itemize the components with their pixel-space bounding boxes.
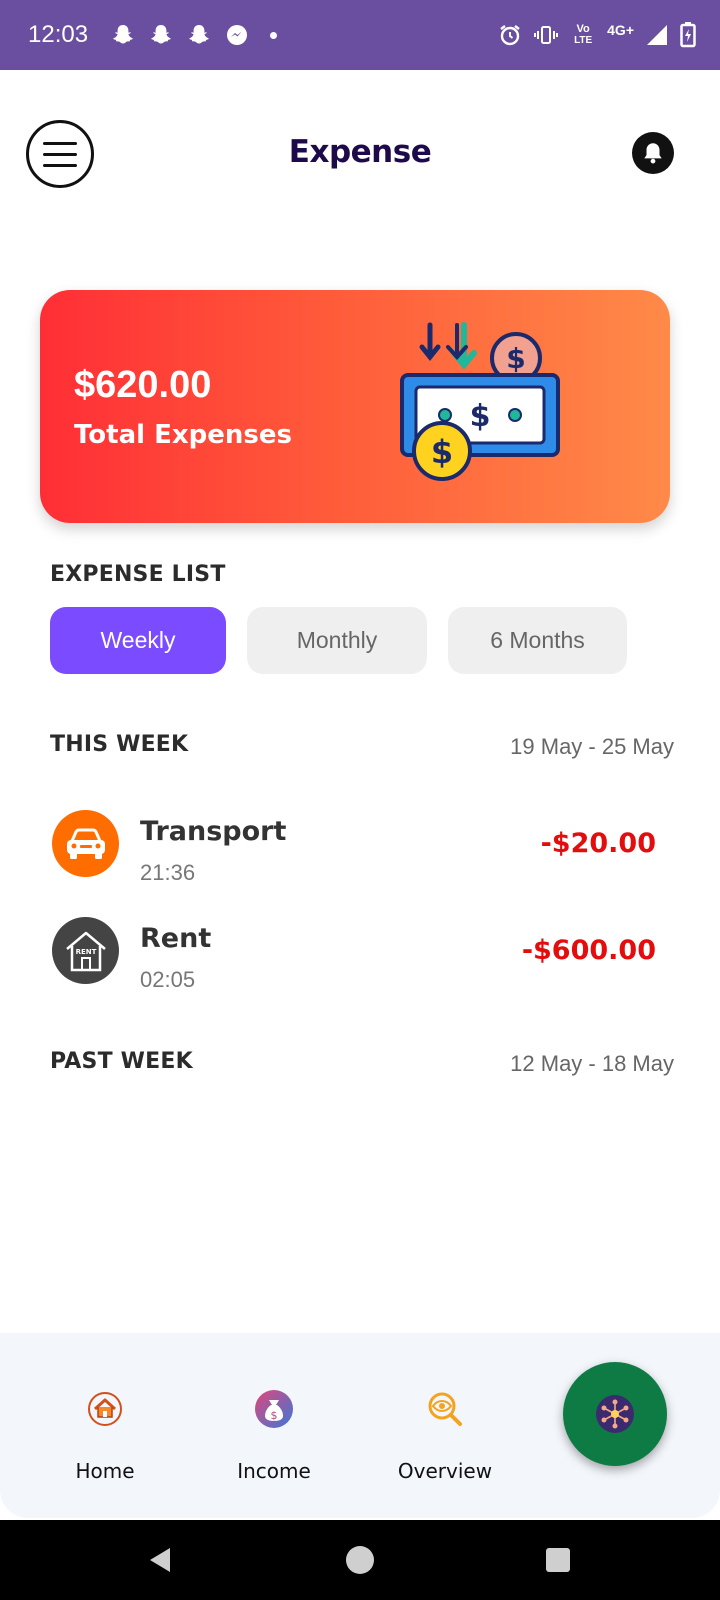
this-week-heading: THIS WEEK	[50, 732, 189, 757]
messenger-icon	[224, 22, 250, 48]
total-expenses-card: $620.00 Total Expenses $ $ $	[40, 290, 670, 523]
past-week-date-range: 12 May - 18 May	[510, 1051, 674, 1076]
status-time: 12:03	[28, 21, 89, 48]
nav-income-label: Income	[237, 1459, 311, 1483]
volte-icon: Vo LTE	[574, 23, 593, 47]
expense-item-rent[interactable]: RENT Rent 02:05 -$600.00	[52, 917, 672, 997]
expense-amount: -$600.00	[521, 935, 656, 966]
back-icon[interactable]	[120, 1520, 200, 1600]
expense-time: 21:36	[140, 860, 196, 885]
money-bill-icon: $ $ $	[400, 320, 580, 490]
expense-title: Transport	[140, 816, 287, 847]
tab-weekly[interactable]: Weekly	[50, 607, 226, 674]
system-status-icons: Vo LTE 4G+	[497, 0, 696, 70]
overview-search-icon	[425, 1389, 465, 1429]
nav-home[interactable]: Home	[35, 1389, 175, 1499]
svg-text:$: $	[431, 433, 453, 471]
home-circle-icon[interactable]	[320, 1520, 400, 1600]
expense-time: 02:05	[140, 967, 196, 992]
rent-house-icon: RENT	[52, 917, 119, 984]
expense-title: Rent	[140, 923, 212, 954]
vibrate-icon	[533, 22, 559, 48]
total-label: Total Expenses	[74, 420, 292, 450]
network-hub-icon[interactable]	[563, 1362, 667, 1466]
tab-monthly[interactable]: Monthly	[247, 607, 427, 674]
system-navigation-bar	[0, 1520, 720, 1600]
app-header: Expense	[0, 70, 720, 240]
svg-text:$: $	[506, 342, 525, 375]
nav-home-label: Home	[75, 1459, 135, 1483]
car-icon	[52, 810, 119, 877]
money-bag-icon: $	[254, 1389, 294, 1429]
this-week-date-range: 19 May - 25 May	[510, 734, 674, 759]
alarm-icon	[497, 22, 523, 48]
expense-amount: -$20.00	[540, 828, 656, 859]
snapchat-icon	[110, 22, 136, 48]
svg-text:$: $	[271, 1409, 278, 1422]
notification-icons	[110, 22, 278, 48]
bell-icon[interactable]	[632, 132, 674, 174]
expense-item-transport[interactable]: Transport 21:36 -$20.00	[52, 810, 672, 890]
nav-income[interactable]: $ Income	[204, 1389, 344, 1499]
more-notifications-dot	[270, 31, 278, 39]
status-bar: 12:03 Vo LTE 4G+	[0, 0, 720, 70]
snapchat-icon	[186, 22, 212, 48]
network-type: 4G+	[607, 21, 634, 38]
page-title: Expense	[288, 134, 432, 170]
past-week-heading: PAST WEEK	[50, 1049, 193, 1074]
recents-icon[interactable]	[518, 1520, 598, 1600]
total-amount: $620.00	[74, 364, 212, 406]
snapchat-icon	[148, 22, 174, 48]
nav-overview-label: Overview	[397, 1459, 493, 1483]
nav-overview[interactable]: Overview	[375, 1389, 515, 1499]
home-icon	[85, 1389, 125, 1429]
svg-text:$: $	[470, 399, 491, 434]
expense-list-heading: EXPENSE LIST	[50, 562, 226, 587]
signal-icon	[644, 22, 670, 48]
tab-6-months[interactable]: 6 Months	[448, 607, 627, 674]
svg-text:RENT: RENT	[75, 948, 96, 956]
battery-icon	[680, 22, 696, 48]
